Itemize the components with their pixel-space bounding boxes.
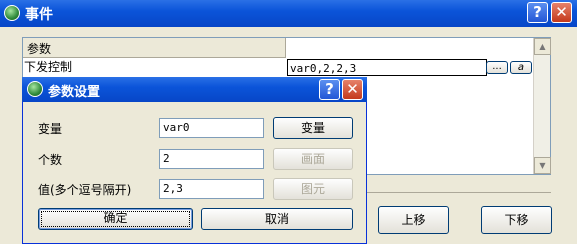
move-up-button[interactable]: 上移 [378, 206, 449, 234]
variable-button[interactable]: 变量 [273, 117, 353, 139]
dialog-title: 参数设置 [48, 85, 101, 100]
scroll-up-icon[interactable]: ▲ [534, 38, 551, 55]
column-header-params[interactable]: 参数 [23, 38, 271, 58]
scroll-down-icon[interactable]: ▼ [534, 157, 551, 174]
params-cell[interactable]: var0,2,2,3 [287, 59, 487, 76]
element-button[interactable]: 图元 [273, 178, 353, 200]
vertical-scrollbar[interactable]: ▲ ▼ [533, 38, 551, 174]
dialog-close-button[interactable]: ✕ [342, 79, 363, 100]
ok-button[interactable]: 确定 [38, 208, 193, 230]
count-input[interactable]: 2 [159, 149, 264, 169]
event-cell[interactable]: 下发控制 [24, 59, 286, 76]
values-label: 值(多个逗号隔开) [38, 183, 132, 197]
help-button[interactable]: ? [527, 2, 548, 23]
app-icon [27, 81, 43, 97]
cancel-button[interactable]: 取消 [201, 208, 353, 230]
variable-label: 变量 [38, 122, 63, 136]
count-label: 个数 [38, 153, 63, 167]
dialog-title-bar: 参数设置 ? ✕ [22, 77, 367, 102]
title-bar: 事件 ? ✕ [0, 0, 577, 27]
app-icon [4, 5, 20, 21]
table-row[interactable]: 下发控制 var0,2,2,3 ... a [23, 59, 534, 76]
browse-button[interactable]: ... [486, 61, 508, 74]
param-dialog: 参数设置 ? ✕ 变量 var0 变量 个数 2 画面 值(多个逗号隔开) 2,… [22, 77, 367, 244]
expression-button[interactable]: a [510, 61, 532, 74]
move-down-button[interactable]: 下移 [481, 206, 552, 234]
close-button[interactable]: ✕ [551, 2, 572, 23]
values-input[interactable]: 2,3 [159, 179, 264, 199]
dialog-help-button[interactable]: ? [319, 79, 340, 100]
variable-input[interactable]: var0 [159, 118, 264, 138]
screen-button[interactable]: 画面 [273, 148, 353, 170]
window-title: 事件 [25, 7, 53, 23]
